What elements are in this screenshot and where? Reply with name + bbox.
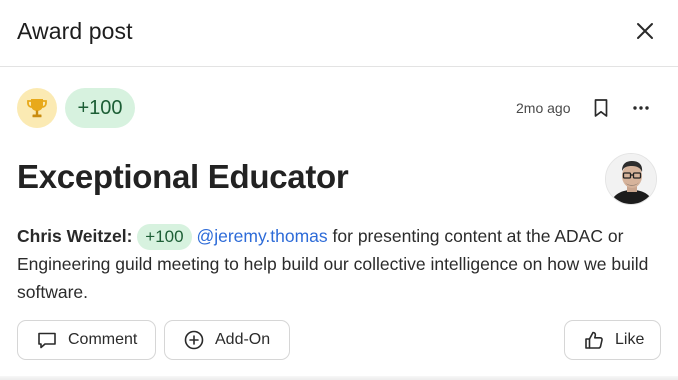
author-name[interactable]: Chris Weitzel: [17,226,132,246]
mention-link[interactable]: @jeremy.thomas [196,226,327,246]
comment-button[interactable]: Comment [17,320,156,360]
trophy-badge [17,88,57,128]
like-label: Like [615,331,645,348]
trophy-icon [27,99,47,118]
points-badge: +100 [65,88,135,128]
comment-icon [38,332,56,349]
dialog-title: Award post [17,18,133,44]
plus-circle-icon [184,330,204,350]
add-on-label: Add-On [215,331,271,348]
comment-label: Comment [68,331,138,348]
avatar-image [606,154,656,204]
more-horizontal-icon [633,106,649,110]
add-on-button[interactable]: Add-On [164,320,290,360]
dialog-header: Award post [0,0,678,67]
post-message: Chris Weitzel: +100 @jeremy.thomas for p… [17,222,667,306]
like-button[interactable]: Like [564,320,661,360]
close-icon [637,23,653,39]
thumbs-up-icon [585,331,603,349]
inline-points-badge: +100 [137,224,192,250]
bookmark-button[interactable] [590,97,612,119]
footer-divider [0,376,678,380]
award-title: Exceptional Educator [17,158,349,195]
close-button[interactable] [631,17,659,45]
more-options-button[interactable] [629,97,653,119]
post-timestamp: 2mo ago [516,100,571,116]
avatar[interactable] [605,153,657,205]
bookmark-icon [594,99,608,117]
